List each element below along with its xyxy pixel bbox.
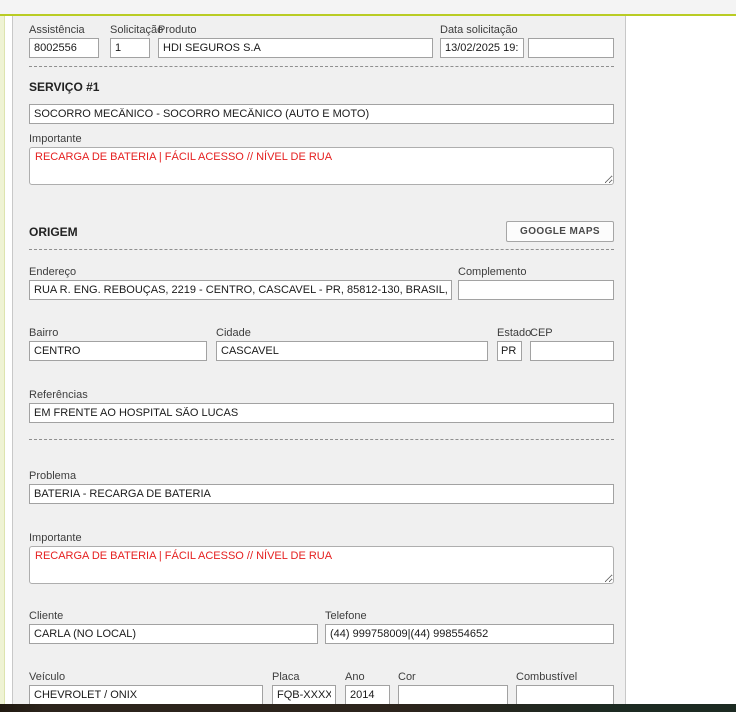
service-form-panel: Assistência Solicitação Produto Data sol… (12, 16, 626, 704)
cliente-label: Cliente (29, 610, 318, 622)
produto-input[interactable] (158, 38, 433, 58)
problema-label: Problema (29, 470, 614, 482)
cliente-input[interactable] (29, 624, 318, 644)
endereco-input[interactable] (29, 280, 452, 300)
header-row: Assistência Solicitação Produto Data sol… (29, 24, 614, 58)
problema-importante-label: Importante (29, 532, 614, 544)
data-solicitacao-extra-input[interactable] (528, 38, 614, 58)
combustivel-label: Combustível (516, 671, 614, 683)
veiculo-label: Veículo (29, 671, 263, 683)
problema-input[interactable] (29, 484, 614, 504)
complemento-input[interactable] (458, 280, 614, 300)
estado-label: Estado (497, 327, 522, 339)
cliente-row: Cliente Telefone (29, 610, 614, 644)
assistencia-input[interactable] (29, 38, 99, 58)
origem-heading: ORIGEM (29, 225, 78, 239)
endereco-row: Endereço Complemento (29, 266, 614, 300)
bairro-input[interactable] (29, 341, 207, 361)
cep-label: CEP (530, 327, 614, 339)
google-maps-button[interactable]: GOOGLE MAPS (506, 221, 614, 242)
referencias-label: Referências (29, 389, 614, 401)
veiculo-row: Veículo Placa Ano Cor Combustível (29, 671, 614, 705)
telefone-label: Telefone (325, 610, 614, 622)
bairro-row: Bairro Cidade Estado CEP (29, 327, 614, 361)
servico-heading: SERVIÇO #1 (29, 80, 614, 94)
cidade-label: Cidade (216, 327, 488, 339)
origem-header-row: ORIGEM GOOGLE MAPS (29, 221, 614, 242)
cor-input[interactable] (398, 685, 508, 705)
placa-input[interactable] (272, 685, 336, 705)
combustivel-input[interactable] (516, 685, 614, 705)
separator (29, 439, 614, 440)
servico-importante-label: Importante (29, 133, 614, 145)
complemento-label: Complemento (458, 266, 614, 278)
endereco-label: Endereço (29, 266, 452, 278)
assistencia-label: Assistência (29, 24, 99, 36)
placa-label: Placa (272, 671, 336, 683)
data-solicitacao-input[interactable] (440, 38, 524, 58)
separator (29, 249, 614, 250)
left-edge-strip (0, 16, 5, 704)
estado-input[interactable] (497, 341, 522, 361)
ano-label: Ano (345, 671, 390, 683)
separator (29, 66, 614, 67)
problema-importante-textarea[interactable]: RECARGA DE BATERIA | FÁCIL ACESSO // NÍV… (29, 546, 614, 584)
data-solicitacao-label: Data solicitação (440, 24, 614, 36)
telefone-input[interactable] (325, 624, 614, 644)
cor-label: Cor (398, 671, 508, 683)
ano-input[interactable] (345, 685, 390, 705)
cidade-input[interactable] (216, 341, 488, 361)
produto-label: Produto (158, 24, 433, 36)
servico-importante-textarea[interactable]: RECARGA DE BATERIA | FÁCIL ACESSO // NÍV… (29, 147, 614, 185)
solicitacao-input[interactable] (110, 38, 150, 58)
bairro-label: Bairro (29, 327, 207, 339)
veiculo-input[interactable] (29, 685, 263, 705)
top-window-strip (0, 0, 736, 15)
bottom-window-bar (0, 704, 736, 712)
solicitacao-label: Solicitação (110, 24, 150, 36)
cep-input[interactable] (530, 341, 614, 361)
servico-descricao-input[interactable] (29, 104, 614, 124)
referencias-input[interactable] (29, 403, 614, 423)
